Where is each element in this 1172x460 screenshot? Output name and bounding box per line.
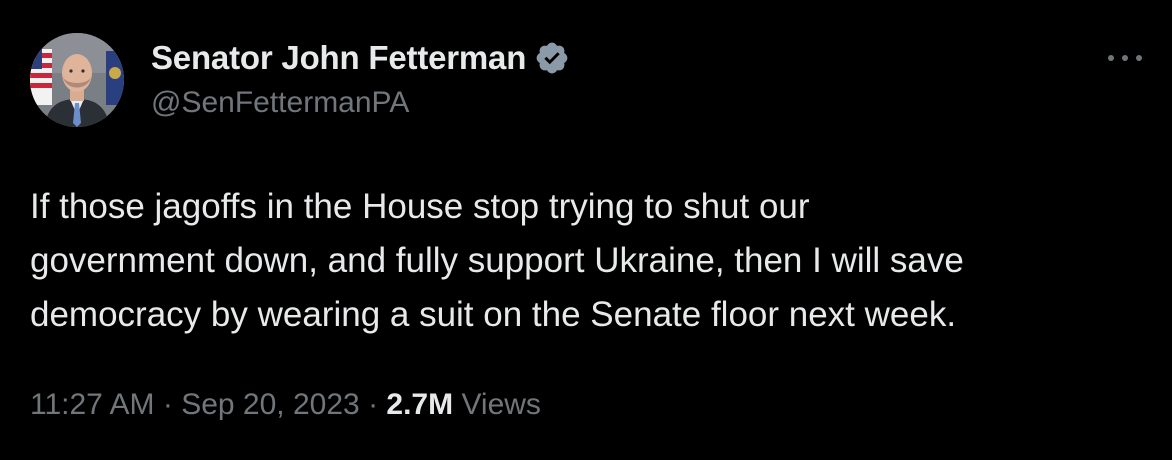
author-handle[interactable]: @SenFettermanPA bbox=[151, 86, 570, 120]
tweet-date[interactable]: Sep 20, 2023 bbox=[181, 388, 360, 421]
name-row: Senator John Fetterman bbox=[151, 38, 570, 78]
author-display-name[interactable]: Senator John Fetterman bbox=[151, 39, 526, 77]
avatar-photo bbox=[30, 33, 124, 127]
tweet-text: If those jagoffs in the House stop tryin… bbox=[30, 180, 1150, 342]
verified-badge-icon[interactable] bbox=[534, 40, 570, 76]
avatar[interactable] bbox=[30, 33, 124, 127]
tweet-meta: 11:27 AM · Sep 20, 2023 · 2.7M Views bbox=[30, 388, 541, 422]
dot bbox=[1108, 55, 1114, 61]
tweet-card: Senator John Fetterman @SenFettermanPA I… bbox=[0, 0, 1172, 460]
tweet-time[interactable]: 11:27 AM bbox=[30, 388, 155, 421]
tweet-text-line: If those jagoffs in the House stop tryin… bbox=[30, 187, 810, 226]
dot bbox=[1136, 55, 1142, 61]
more-options-icon[interactable] bbox=[1108, 52, 1142, 64]
author-info: Senator John Fetterman @SenFettermanPA bbox=[151, 38, 570, 120]
meta-separator: · bbox=[368, 388, 379, 421]
tweet-text-line: democracy by wearing a suit on the Senat… bbox=[30, 295, 957, 334]
tweet-text-line: government down, and fully support Ukrai… bbox=[30, 241, 964, 280]
dot bbox=[1122, 55, 1128, 61]
views-count[interactable]: 2.7M bbox=[386, 388, 453, 421]
meta-separator: · bbox=[162, 388, 173, 421]
views-label: Views bbox=[461, 388, 541, 421]
